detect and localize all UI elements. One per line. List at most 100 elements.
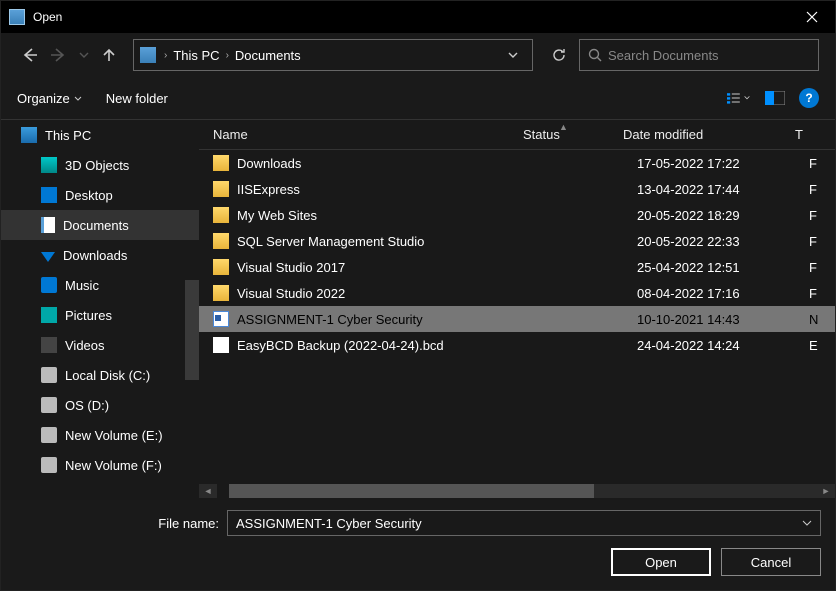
file-name: Visual Studio 2017 bbox=[237, 260, 537, 275]
file-row[interactable]: Visual Studio 202208-04-2022 17:16F bbox=[199, 280, 835, 306]
file-date: 08-04-2022 17:16 bbox=[637, 286, 809, 301]
cancel-button[interactable]: Cancel bbox=[721, 548, 821, 576]
file-date: 24-04-2022 14:24 bbox=[637, 338, 809, 353]
sidebar-scrollbar[interactable] bbox=[185, 280, 199, 380]
sidebar-item-os-d-[interactable]: OS (D:) bbox=[1, 390, 199, 420]
col-status[interactable]: Status bbox=[523, 127, 623, 142]
file-name: My Web Sites bbox=[237, 208, 537, 223]
file-date: 10-10-2021 14:43 bbox=[637, 312, 809, 327]
sidebar-item-music[interactable]: Music bbox=[1, 270, 199, 300]
filename-value: ASSIGNMENT-1 Cyber Security bbox=[236, 516, 422, 531]
tree-label: OS (D:) bbox=[65, 398, 109, 413]
docs-icon bbox=[41, 217, 55, 233]
folder-icon bbox=[213, 207, 229, 223]
forward-button[interactable] bbox=[47, 43, 71, 67]
down-icon bbox=[41, 252, 55, 262]
tree-label: Videos bbox=[65, 338, 105, 353]
breadcrumb[interactable]: › This PC › Documents bbox=[133, 39, 533, 71]
music-icon bbox=[41, 277, 57, 293]
filename-input[interactable]: ASSIGNMENT-1 Cyber Security bbox=[227, 510, 821, 536]
search-box[interactable] bbox=[579, 39, 819, 71]
toolbar: Organize New folder ? bbox=[1, 77, 835, 119]
folder-icon bbox=[213, 285, 229, 301]
refresh-button[interactable] bbox=[545, 39, 573, 71]
footer: File name: ASSIGNMENT-1 Cyber Security O… bbox=[1, 500, 835, 590]
tree-this-pc[interactable]: This PC bbox=[1, 120, 199, 150]
col-date[interactable]: Date modified bbox=[623, 127, 795, 142]
sidebar-item-local-disk-c-[interactable]: Local Disk (C:) bbox=[1, 360, 199, 390]
file-row[interactable]: IISExpress13-04-2022 17:44F bbox=[199, 176, 835, 202]
tree-label: New Volume (E:) bbox=[65, 428, 163, 443]
back-button[interactable] bbox=[17, 43, 41, 67]
scroll-right-icon[interactable]: ► bbox=[817, 484, 835, 498]
folder-icon bbox=[213, 259, 229, 275]
search-icon bbox=[588, 48, 602, 62]
sidebar-item-new-volume-e-[interactable]: New Volume (E:) bbox=[1, 420, 199, 450]
col-name[interactable]: Name bbox=[199, 127, 523, 142]
file-icon bbox=[213, 337, 229, 353]
file-list: ▲ Name Status Date modified T Downloads 1… bbox=[199, 120, 835, 500]
tree-label: Pictures bbox=[65, 308, 112, 323]
scroll-thumb[interactable] bbox=[229, 484, 594, 498]
file-name: ASSIGNMENT-1 Cyber Security bbox=[237, 312, 537, 327]
sidebar-item-documents[interactable]: Documents bbox=[1, 210, 199, 240]
file-type: F bbox=[809, 234, 835, 249]
open-button[interactable]: Open bbox=[611, 548, 711, 576]
organize-button[interactable]: Organize bbox=[17, 91, 82, 106]
breadcrumb-dropdown[interactable] bbox=[500, 52, 526, 58]
file-name: Downloads bbox=[237, 156, 537, 171]
sidebar-item-pictures[interactable]: Pictures bbox=[1, 300, 199, 330]
word-icon bbox=[213, 311, 229, 327]
chevron-down-icon bbox=[74, 96, 82, 101]
column-headers[interactable]: ▲ Name Status Date modified T bbox=[199, 120, 835, 150]
sidebar[interactable]: This PC 3D ObjectsDesktop Documents Downlo… bbox=[1, 120, 199, 500]
close-button[interactable] bbox=[789, 1, 835, 33]
breadcrumb-this-pc[interactable]: This PC bbox=[169, 48, 223, 63]
titlebar[interactable]: Open bbox=[1, 1, 835, 33]
file-date: 13-04-2022 17:44 bbox=[637, 182, 809, 197]
file-row[interactable]: EasyBCD Backup (2022-04-24).bcd24-04-202… bbox=[199, 332, 835, 358]
file-row[interactable]: SQL Server Management Studio20-05-2022 2… bbox=[199, 228, 835, 254]
chevron-right-icon[interactable]: › bbox=[224, 50, 231, 61]
file-row[interactable]: ASSIGNMENT-1 Cyber Security 10-10-2021 14… bbox=[199, 306, 835, 332]
file-date: 20-05-2022 18:29 bbox=[637, 208, 809, 223]
file-rows[interactable]: Downloads17-05-2022 17:22FIISExpress13-0… bbox=[199, 150, 835, 482]
sidebar-item-new-volume-f-[interactable]: New Volume (F:) bbox=[1, 450, 199, 480]
sidebar-item-videos[interactable]: Videos bbox=[1, 330, 199, 360]
sidebar-item-downloads[interactable]: Downloads bbox=[1, 240, 199, 270]
help-button[interactable]: ? bbox=[799, 88, 819, 108]
file-type: F bbox=[809, 260, 835, 275]
file-date: 17-05-2022 17:22 bbox=[637, 156, 809, 171]
file-date: 20-05-2022 22:33 bbox=[637, 234, 809, 249]
recent-dropdown[interactable] bbox=[77, 43, 91, 67]
tree-label: Documents bbox=[63, 218, 129, 233]
sidebar-item-3d-objects[interactable]: 3D Objects bbox=[1, 150, 199, 180]
folder-icon bbox=[213, 155, 229, 171]
horizontal-scrollbar[interactable]: ◄ ► bbox=[199, 482, 835, 500]
col-type[interactable]: T bbox=[795, 127, 835, 142]
file-date: 25-04-2022 12:51 bbox=[637, 260, 809, 275]
tree-label: Downloads bbox=[63, 248, 127, 263]
file-type: N bbox=[809, 312, 835, 327]
sidebar-item-desktop[interactable]: Desktop bbox=[1, 180, 199, 210]
preview-pane-button[interactable] bbox=[763, 88, 787, 108]
new-folder-button[interactable]: New folder bbox=[106, 91, 168, 106]
up-button[interactable] bbox=[97, 43, 121, 67]
3d-icon bbox=[41, 157, 57, 173]
chevron-right-icon[interactable]: › bbox=[162, 50, 169, 61]
pics-icon bbox=[41, 307, 57, 323]
file-type: F bbox=[809, 208, 835, 223]
scroll-left-icon[interactable]: ◄ bbox=[199, 484, 217, 498]
file-row[interactable]: My Web Sites 20-05-2022 18:29F bbox=[199, 202, 835, 228]
chevron-down-icon[interactable] bbox=[802, 520, 812, 526]
body: This PC 3D ObjectsDesktop Documents Downlo… bbox=[1, 119, 835, 500]
disk-icon bbox=[41, 397, 57, 413]
file-row[interactable]: Downloads17-05-2022 17:22F bbox=[199, 150, 835, 176]
search-input[interactable] bbox=[608, 48, 810, 63]
view-mode-button[interactable] bbox=[727, 88, 751, 108]
scroll-track[interactable] bbox=[229, 484, 817, 498]
file-row[interactable]: Visual Studio 2017 25-04-2022 12:51F bbox=[199, 254, 835, 280]
breadcrumb-documents[interactable]: Documents bbox=[231, 48, 305, 63]
tree-label: This PC bbox=[45, 128, 91, 143]
file-type: F bbox=[809, 182, 835, 197]
